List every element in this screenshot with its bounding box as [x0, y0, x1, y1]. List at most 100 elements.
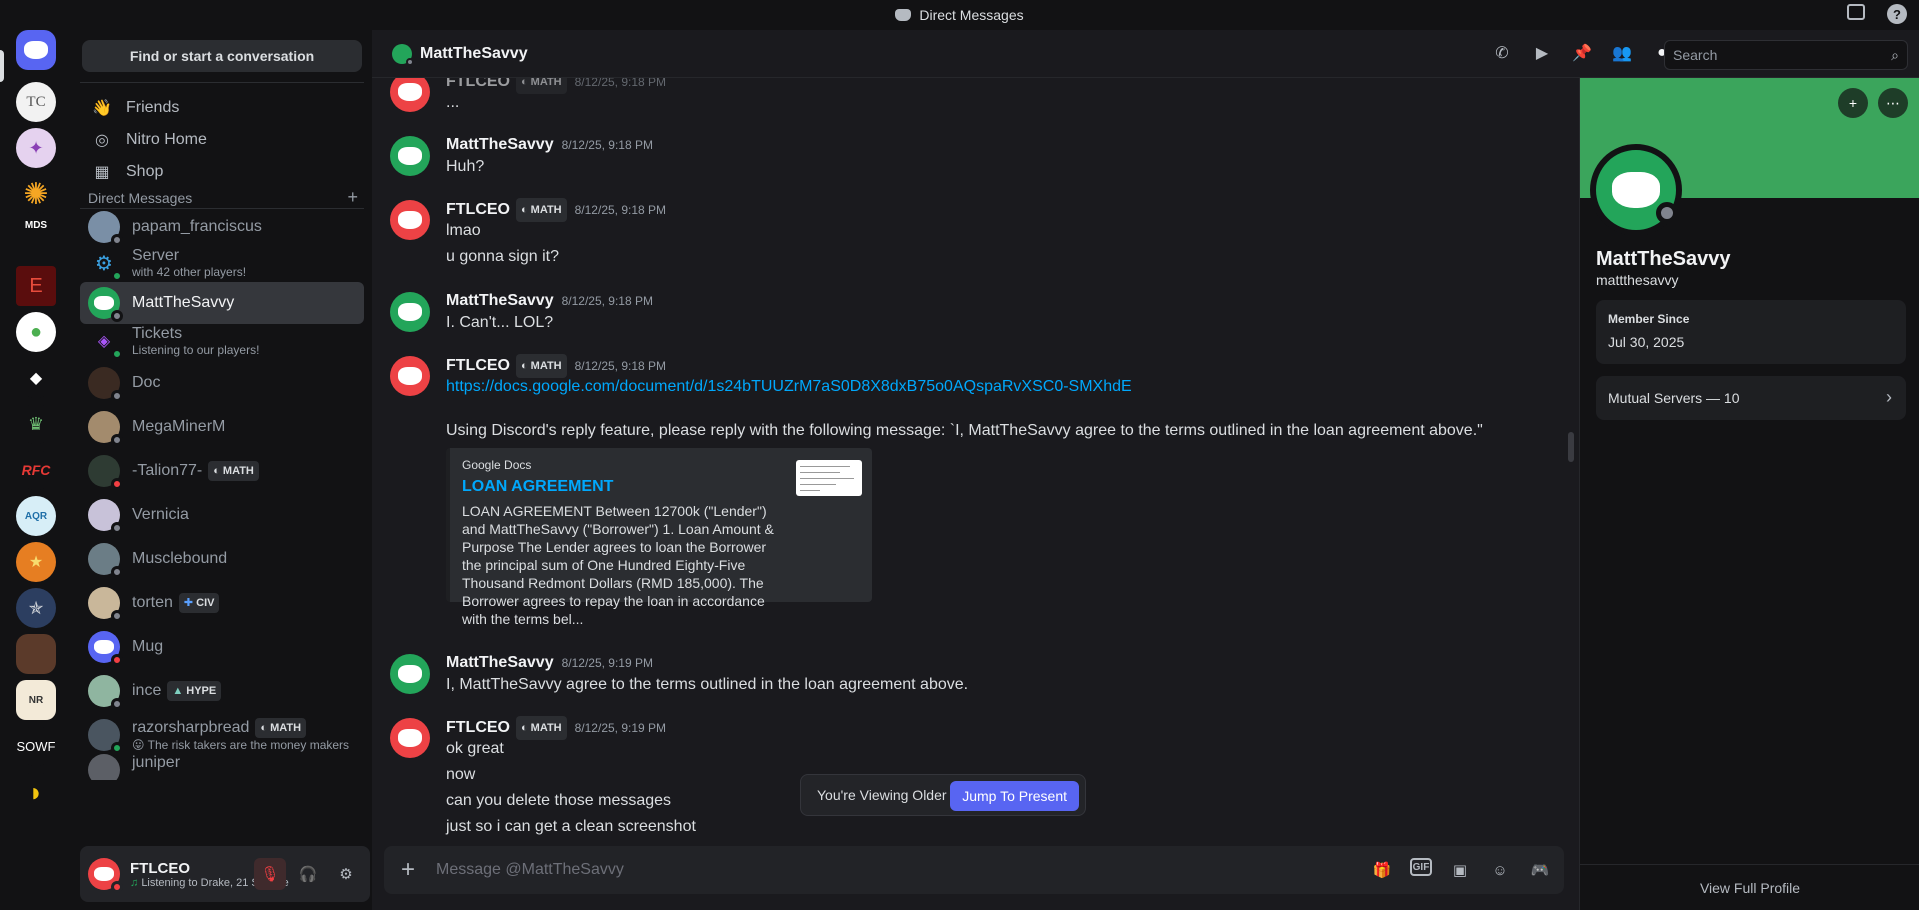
dm-item[interactable]: ◈ Tickets Listening to our players! — [80, 320, 364, 362]
inbox-icon[interactable] — [1847, 4, 1865, 20]
message-avatar[interactable] — [390, 78, 430, 112]
search-input[interactable]: Search ⌕ — [1664, 40, 1908, 70]
server-icon-aqr[interactable]: AQR — [16, 496, 56, 536]
message-avatar[interactable] — [390, 200, 430, 240]
dm-item[interactable]: Mug — [80, 626, 364, 668]
dm-item[interactable]: ince ▲ HYPE — [80, 670, 364, 712]
headphones-icon[interactable]: 🎧 — [292, 858, 324, 890]
server-icon-purple[interactable]: ✦ — [16, 128, 56, 168]
user-panel: FTLCEO ♫ Listening to Drake, 21 Savage 🎙… — [80, 846, 370, 902]
pin-icon[interactable]: 📌 — [1571, 42, 1593, 64]
settings-gear-icon[interactable]: ⚙ — [330, 858, 362, 890]
tag-icon: ◐ — [213, 465, 220, 477]
dm-name-text: torten — [132, 594, 173, 612]
avatar — [88, 411, 123, 446]
message-author[interactable]: MattTheSavvy — [446, 292, 554, 309]
dm-item[interactable]: MegaMinerM — [80, 406, 364, 448]
embed-thumbnail[interactable] — [796, 460, 862, 496]
message-author[interactable]: MattTheSavvy — [446, 136, 554, 153]
server-icon-yellow[interactable]: ◗ — [16, 772, 56, 812]
gif-icon[interactable]: GIF — [1410, 858, 1432, 876]
dm-item[interactable]: juniper — [80, 754, 364, 780]
message-avatar[interactable] — [390, 356, 430, 396]
message-header: FTLCEO ◐ MATH 8/12/25, 9:18 PM — [446, 354, 666, 378]
upload-plus-icon[interactable]: + — [384, 846, 432, 894]
home-button[interactable] — [16, 30, 56, 70]
user-avatar[interactable] — [88, 858, 123, 893]
message-composer[interactable]: + Message @MattTheSavvy 🎁 GIF ▣ ☺ 🎮 — [384, 846, 1564, 894]
server-icon-brown[interactable] — [16, 634, 56, 674]
dm-item[interactable]: ⚙ Server with 42 other players! — [80, 242, 364, 284]
add-friends-to-dm-icon[interactable]: 👥 — [1611, 42, 1633, 64]
gear-icon: ⚙ — [95, 252, 113, 275]
create-dm-icon[interactable]: + — [347, 188, 358, 206]
dm-name: Mug — [132, 638, 164, 655]
dm-name: Server — [132, 247, 180, 264]
message-avatar[interactable] — [390, 136, 430, 176]
message-author[interactable]: FTLCEO — [446, 357, 510, 374]
apps-gamepad-icon[interactable]: 🎮 — [1528, 858, 1552, 882]
voice-call-icon[interactable]: ✆ — [1491, 42, 1513, 64]
message-text: Huh? — [446, 158, 485, 175]
dm-item[interactable]: Doc — [80, 362, 364, 404]
message-text: I, MattTheSavvy agree to the terms outli… — [446, 676, 969, 693]
dm-sidebar: Find or start a conversation 👋 Friends ◎… — [72, 30, 372, 910]
guild-tag: ◐ MATH — [516, 198, 567, 222]
message-author[interactable]: MattTheSavvy — [446, 654, 554, 671]
server-icon-frog[interactable]: ● — [16, 312, 56, 352]
more-options-icon[interactable]: ⋯ — [1878, 88, 1908, 118]
tag-icon: ▲ — [172, 685, 184, 697]
tag-label: MATH — [530, 360, 562, 372]
server-icon-rfc[interactable]: RFC — [16, 450, 56, 490]
dm-item[interactable]: -Talion77- ◐ MATH — [80, 450, 364, 492]
dm-item-active[interactable]: MattTheSavvy — [80, 282, 364, 324]
dm-item[interactable]: torten ✚ CIV — [80, 582, 364, 624]
recipient-name[interactable]: MattTheSavvy — [420, 45, 528, 63]
message-author[interactable]: FTLCEO — [446, 78, 510, 90]
server-icon-nr[interactable]: NR — [16, 680, 56, 720]
tag-icon: ◐ — [521, 360, 528, 372]
nav-nitro-label: Nitro Home — [126, 131, 207, 148]
message-timestamp: 8/12/25, 9:18 PM — [574, 359, 667, 374]
emoji-icon[interactable]: ☺ — [1488, 858, 1512, 882]
server-icon-e[interactable]: E — [16, 266, 56, 306]
message-author[interactable]: FTLCEO — [446, 719, 510, 736]
server-icon-mds[interactable]: MDS — [16, 220, 56, 260]
mutual-servers-button[interactable]: Mutual Servers — 10 › — [1596, 376, 1906, 420]
server-icon-character[interactable]: ♛ — [16, 404, 56, 444]
server-icon-star[interactable]: ✯ — [16, 588, 56, 628]
mute-mic-icon[interactable]: 🎙 — [254, 858, 286, 890]
embed-description: LOAN AGREEMENT Between 12700k ("Lender")… — [462, 503, 774, 627]
add-friend-icon[interactable]: + — [1838, 88, 1868, 118]
scrollbar-thumb[interactable] — [1568, 432, 1574, 462]
jump-to-present-button[interactable]: Jump To Present — [950, 781, 1079, 811]
help-icon[interactable]: ? — [1887, 4, 1907, 24]
guild-tag: ▲ HYPE — [167, 681, 222, 701]
server-icon-sowf[interactable]: SOWF — [16, 726, 56, 766]
message-avatar[interactable] — [390, 654, 430, 694]
message-avatar[interactable] — [390, 718, 430, 758]
message-header: MattTheSavvy 8/12/25, 9:19 PM — [446, 652, 653, 674]
sticker-icon[interactable]: ▣ — [1448, 858, 1472, 882]
dm-item[interactable]: Musclebound — [80, 538, 364, 580]
server-icon-citadel[interactable]: ★ — [16, 542, 56, 582]
status-indicator — [111, 654, 123, 666]
server-icon-tc[interactable]: TC — [16, 82, 56, 122]
embed-title[interactable]: LOAN AGREEMENT — [462, 478, 613, 496]
message-avatar[interactable] — [390, 292, 430, 332]
message-link[interactable]: https://docs.google.com/document/d/1s24b… — [446, 376, 1132, 398]
profile-avatar[interactable] — [1590, 144, 1682, 236]
view-full-profile-button[interactable]: View Full Profile — [1580, 864, 1919, 910]
gift-icon[interactable]: 🎁 — [1370, 858, 1394, 882]
dm-item[interactable]: Vernicia — [80, 494, 364, 536]
server-icon-sun[interactable]: ✺ — [16, 174, 56, 214]
video-call-icon[interactable]: ▶ — [1531, 42, 1553, 64]
message-author[interactable]: FTLCEO — [446, 201, 510, 218]
dm-subtext: with 42 other players! — [132, 265, 247, 279]
tag-label: CIV — [196, 597, 215, 609]
server-icon-fish[interactable]: ◆ — [16, 358, 56, 398]
tag-label: MATH — [530, 204, 562, 216]
nav-shop[interactable]: ▦ Shop — [80, 152, 364, 192]
dm-item[interactable]: razorsharpbread ◐ MATH 😛 The risk takers ar… — [80, 714, 364, 756]
find-conversation-button[interactable]: Find or start a conversation — [82, 40, 362, 72]
